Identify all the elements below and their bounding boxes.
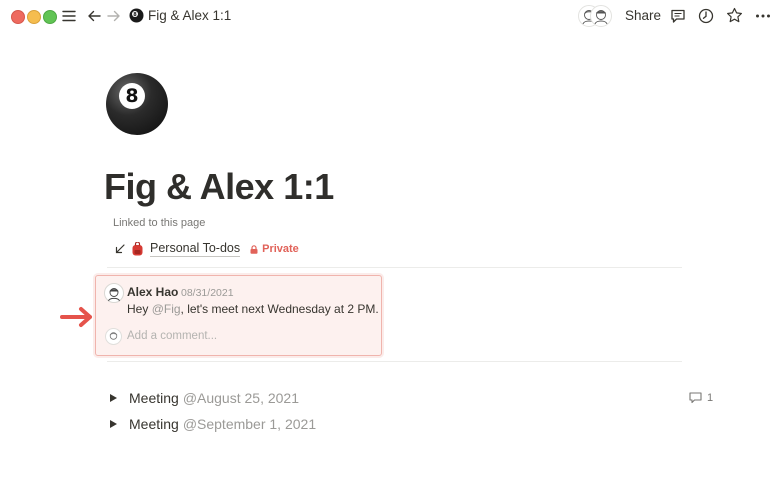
highlight-arrow-icon (60, 306, 96, 333)
toggle-label: Meeting (129, 416, 179, 432)
divider (107, 267, 682, 268)
backlink-page-name[interactable]: Personal To-dos (150, 241, 241, 257)
more-options-icon[interactable] (754, 7, 772, 25)
sidebar-menu-icon[interactable] (61, 8, 77, 24)
lock-icon (250, 244, 258, 254)
comment-count-value: 1 (707, 392, 714, 404)
avatar (590, 5, 612, 27)
comment-text: Hey @Fig, let's meet next Wednesday at 2… (127, 302, 379, 316)
comment-date: 08/31/2021 (181, 287, 234, 299)
comments-icon[interactable] (669, 7, 687, 25)
minimize-window-button[interactable] (27, 10, 41, 24)
page-8-ball-icon[interactable]: 8 (106, 73, 168, 135)
comment-text-start: Hey (127, 302, 152, 316)
toggle-triangle-icon[interactable] (110, 394, 117, 402)
avatar (104, 283, 124, 303)
comment-text-end: , let's meet next Wednesday at 2 PM. (180, 302, 379, 316)
date-mention[interactable]: @September 1, 2021 (183, 416, 316, 432)
close-window-button[interactable] (11, 10, 25, 24)
toggle-label: Meeting (129, 390, 179, 406)
add-comment-input[interactable] (127, 330, 347, 342)
toggle-meeting-2[interactable]: Meeting @September 1, 2021 (108, 416, 316, 432)
history-clock-icon[interactable] (697, 7, 715, 25)
backlinks-label[interactable]: Linked to this page (113, 217, 205, 229)
back-arrow-icon[interactable] (86, 8, 102, 24)
svg-text:8: 8 (133, 12, 137, 18)
toggle-triangle-icon[interactable] (110, 420, 117, 428)
avatar (105, 328, 122, 345)
divider (107, 361, 682, 362)
share-button[interactable]: Share (625, 7, 661, 25)
maximize-window-button[interactable] (43, 10, 57, 24)
8-ball-icon: 8 (128, 7, 144, 23)
private-badge: Private (250, 243, 299, 255)
toggle-meeting-1[interactable]: Meeting @August 25, 2021 (108, 390, 299, 406)
forward-arrow-icon[interactable] (106, 8, 122, 24)
page-title[interactable]: Fig & Alex 1:1 (104, 165, 334, 209)
date-mention[interactable]: @August 25, 2021 (183, 390, 299, 406)
backpack-icon (131, 242, 144, 256)
comment-count[interactable]: 1 (689, 392, 713, 404)
comment-bubble-icon (689, 392, 702, 404)
favorite-star-icon[interactable] (725, 6, 744, 25)
backlink-arrow-icon (115, 244, 125, 254)
comment-author: Alex Hao (127, 285, 179, 299)
private-label: Private (262, 243, 299, 255)
collaborator-avatars[interactable] (578, 5, 612, 27)
breadcrumb-page-title[interactable]: Fig & Alex 1:1 (148, 7, 231, 25)
user-mention[interactable]: @Fig (152, 302, 181, 316)
backlink-item[interactable]: Personal To-dos Private (115, 240, 299, 258)
